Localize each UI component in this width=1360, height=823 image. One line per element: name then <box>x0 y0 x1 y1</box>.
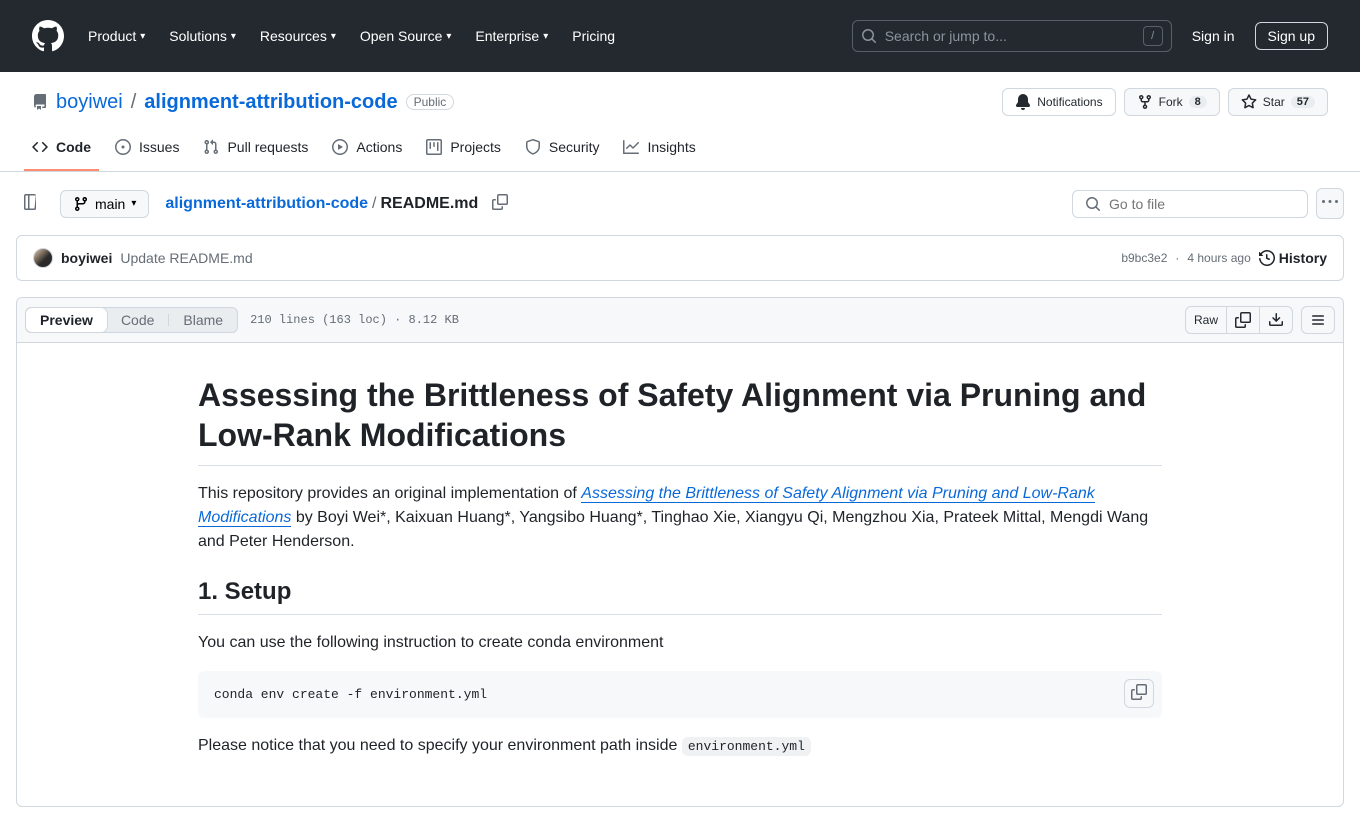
star-count: 57 <box>1291 96 1315 108</box>
readme-content: Assessing the Brittleness of Safety Alig… <box>150 343 1210 806</box>
search-icon <box>1085 196 1101 212</box>
readme-heading: Assessing the Brittleness of Safety Alig… <box>198 375 1162 466</box>
global-nav: Product▾ Solutions▾ Resources▾ Open Sour… <box>80 20 623 52</box>
sign-up-button[interactable]: Sign up <box>1255 22 1328 50</box>
nav-solutions[interactable]: Solutions▾ <box>161 20 244 52</box>
star-icon <box>1241 94 1257 110</box>
chevron-down-icon: ▾ <box>140 31 145 42</box>
notifications-button[interactable]: Notifications <box>1002 88 1115 116</box>
commit-sha[interactable]: b9bc3e2 <box>1121 251 1167 265</box>
nav-open-source[interactable]: Open Source▾ <box>352 20 460 52</box>
repo-tabs: Code Issues Pull requests Actions Projec… <box>0 124 1360 172</box>
history-link[interactable]: History <box>1259 250 1327 266</box>
outline-button[interactable] <box>1301 306 1335 334</box>
nav-pricing[interactable]: Pricing <box>564 20 623 52</box>
code-tab[interactable]: Code <box>107 308 168 332</box>
fork-button[interactable]: Fork 8 <box>1124 88 1220 116</box>
file-nav: main ▾ alignment-attribution-code / READ… <box>16 188 1344 235</box>
branch-select-button[interactable]: main ▾ <box>60 190 149 218</box>
slash-key-hint: / <box>1143 26 1163 46</box>
nav-enterprise[interactable]: Enterprise▾ <box>467 20 556 52</box>
tab-security[interactable]: Security <box>517 124 608 171</box>
repo-icon <box>32 94 48 110</box>
setup-heading: 1. Setup <box>198 578 1162 615</box>
repo-title: boyiwei / alignment-attribution-code Pub… <box>56 91 454 114</box>
chevron-down-icon: ▾ <box>231 31 236 42</box>
search-icon <box>861 28 877 44</box>
copy-raw-button[interactable] <box>1227 306 1260 334</box>
raw-button[interactable]: Raw <box>1185 306 1227 334</box>
file-info: 210 lines (163 loc) · 8.12 KB <box>250 313 459 327</box>
nav-resources[interactable]: Resources▾ <box>252 20 344 52</box>
fork-count: 8 <box>1189 96 1207 108</box>
sign-in-link[interactable]: Sign in <box>1184 24 1243 48</box>
tab-code[interactable]: Code <box>24 124 99 171</box>
setup-text: You can use the following instruction to… <box>198 631 1162 655</box>
star-button[interactable]: Star 57 <box>1228 88 1328 116</box>
visibility-badge: Public <box>406 94 455 110</box>
code-block: conda env create -f environment.yml <box>198 671 1162 718</box>
blame-tab[interactable]: Blame <box>169 308 237 332</box>
view-mode-segment: Preview Code Blame <box>25 307 238 333</box>
tab-projects[interactable]: Projects <box>418 124 509 171</box>
setup-note: Please notice that you need to specify y… <box>198 734 1162 758</box>
latest-commit-bar: boyiwei Update README.md b9bc3e2 · 4 hou… <box>16 235 1344 281</box>
breadcrumb-file: README.md <box>381 195 479 213</box>
commit-message-link[interactable]: Update README.md <box>120 250 252 266</box>
file-toolbar: Preview Code Blame 210 lines (163 loc) ·… <box>17 298 1343 343</box>
bell-icon <box>1015 94 1031 110</box>
commit-author[interactable]: boyiwei <box>61 250 112 266</box>
github-logo-icon[interactable] <box>32 20 64 52</box>
download-raw-button[interactable] <box>1260 306 1293 334</box>
chevron-down-icon: ▾ <box>446 31 451 42</box>
inline-code: environment.yml <box>682 737 811 756</box>
go-to-file-field[interactable] <box>1109 196 1295 212</box>
sidebar-toggle-button[interactable] <box>16 188 44 219</box>
branch-icon <box>73 196 89 212</box>
tab-issues[interactable]: Issues <box>107 124 187 171</box>
global-search[interactable]: Search or jump to... / <box>852 20 1172 52</box>
copy-code-button[interactable] <box>1124 679 1154 708</box>
breadcrumb-root[interactable]: alignment-attribution-code <box>165 195 368 213</box>
copy-path-button[interactable] <box>486 188 514 219</box>
more-options-button[interactable] <box>1316 188 1344 219</box>
commit-time: 4 hours ago <box>1187 251 1250 265</box>
chevron-down-icon: ▾ <box>131 198 136 209</box>
file-box: Preview Code Blame 210 lines (163 loc) ·… <box>16 297 1344 807</box>
go-to-file-input[interactable] <box>1072 190 1308 218</box>
chevron-down-icon: ▾ <box>331 31 336 42</box>
breadcrumb: alignment-attribution-code / README.md <box>165 188 514 219</box>
fork-icon <box>1137 94 1153 110</box>
nav-product[interactable]: Product▾ <box>80 20 153 52</box>
history-icon <box>1259 250 1275 266</box>
tab-actions[interactable]: Actions <box>324 124 410 171</box>
repo-name-link[interactable]: alignment-attribution-code <box>144 91 397 114</box>
chevron-down-icon: ▾ <box>543 31 548 42</box>
path-separator: / <box>131 91 137 114</box>
repo-owner-link[interactable]: boyiwei <box>56 91 123 114</box>
tab-pull-requests[interactable]: Pull requests <box>195 124 316 171</box>
global-header: Product▾ Solutions▾ Resources▾ Open Sour… <box>0 0 1360 72</box>
readme-intro: This repository provides an original imp… <box>198 482 1162 554</box>
search-placeholder: Search or jump to... <box>885 28 1135 44</box>
repo-header: boyiwei / alignment-attribution-code Pub… <box>0 72 1360 124</box>
tab-insights[interactable]: Insights <box>615 124 703 171</box>
preview-tab[interactable]: Preview <box>26 308 107 332</box>
author-avatar[interactable] <box>33 248 53 268</box>
